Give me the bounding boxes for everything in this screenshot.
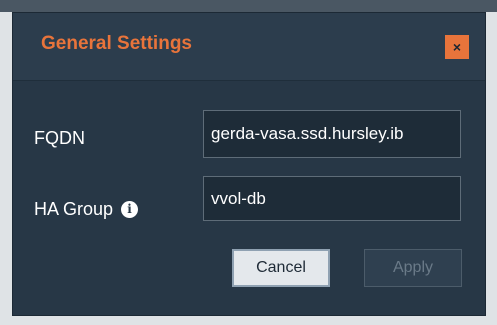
apply-button[interactable]: Apply: [364, 249, 462, 287]
fqdn-label: FQDN: [34, 128, 85, 148]
ha-group-input[interactable]: [203, 176, 461, 221]
background-window-strip: [0, 0, 497, 12]
ha-group-label: HA Group: [34, 199, 114, 219]
ha-group-label-row: HA Group i: [34, 199, 139, 220]
cancel-button[interactable]: Cancel: [232, 249, 330, 287]
close-icon[interactable]: ×: [445, 35, 469, 59]
info-icon[interactable]: i: [121, 201, 139, 218]
dialog-title: General Settings: [41, 33, 192, 54]
fqdn-input[interactable]: [203, 110, 461, 158]
dialog-header: General Settings ×: [13, 13, 485, 81]
